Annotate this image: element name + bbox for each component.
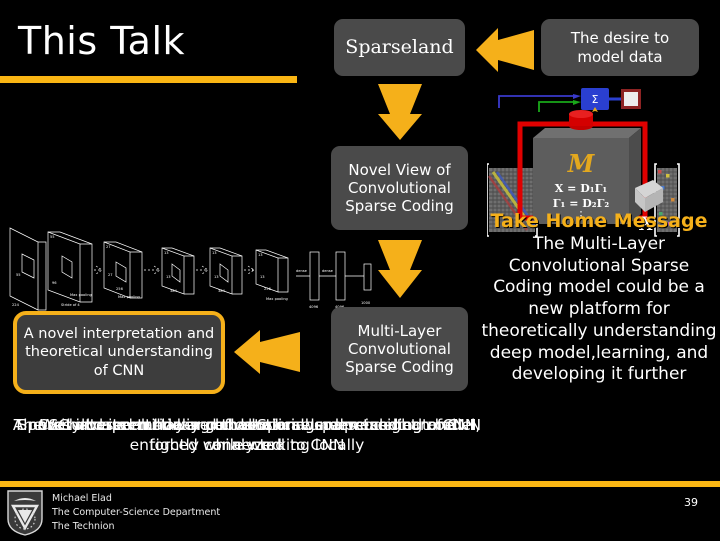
svg-text:13: 13 <box>212 251 217 255</box>
box-novel-view-csc[interactable]: Novel View of Convolutional Sparse Codin… <box>331 146 468 230</box>
svg-text:13: 13 <box>164 251 169 255</box>
svg-text:256: 256 <box>264 287 272 291</box>
page-title: This Talk <box>18 19 186 63</box>
svg-text:X = D₁Γ₁: X = D₁Γ₁ <box>555 182 608 195</box>
svg-text:Stride of 4: Stride of 4 <box>61 303 80 307</box>
overlapping-summary-text: We have seen how a global Sparseland mod… <box>8 416 486 468</box>
take-home-message-title: Take Home Message <box>490 210 708 232</box>
svg-text:dense: dense <box>296 269 308 273</box>
technion-shield-logo <box>6 489 44 537</box>
footer-text: Michael Elad The Computer-Science Depart… <box>52 492 220 533</box>
box-sparseland[interactable]: Sparseland <box>334 19 465 76</box>
svg-text:384: 384 <box>218 289 226 293</box>
overlap-line: Sparsity-based modeling of data brings n… <box>17 416 477 434</box>
box-desire-label: The desire to model data <box>570 29 670 66</box>
svg-text:13: 13 <box>166 275 171 279</box>
svg-text:13: 13 <box>214 275 219 279</box>
slide-canvas: This Talk 224 55 55 96 Stride of 4 Max p… <box>0 0 720 540</box>
arrow-left-icon-top <box>474 26 536 76</box>
svg-text:224: 224 <box>12 303 20 307</box>
cnn-architecture-diagram: 224 55 55 96 Stride of 4 Max pooling 27 … <box>4 226 404 316</box>
box-mlcsc-label: Multi-Layer Convolutional Sparse Coding <box>345 321 454 377</box>
title-underline <box>0 76 297 83</box>
arrow-down-icon-sparseland <box>374 82 426 142</box>
svg-text:96: 96 <box>52 281 57 285</box>
svg-text:Max pooling: Max pooling <box>70 293 92 297</box>
arrow-left-icon-mlcsc <box>232 328 302 378</box>
svg-text:4096: 4096 <box>309 305 319 309</box>
page-number: 39 <box>684 496 698 509</box>
footer-department: The Computer-Science Department <box>52 506 221 518</box>
box-cnn-interpretation[interactable]: A novel interpretation and theoretical u… <box>13 311 225 394</box>
svg-text:55: 55 <box>16 273 21 277</box>
svg-text:27: 27 <box>108 273 113 277</box>
svg-text:dense: dense <box>322 269 334 273</box>
footer-institution: The Technion <box>52 520 115 532</box>
box-multilayer-csc[interactable]: Multi-Layer Convolutional Sparse Coding <box>331 307 468 391</box>
svg-text:256: 256 <box>116 287 124 291</box>
svg-text:55: 55 <box>50 235 55 239</box>
arrow-down-icon-novel <box>374 238 426 300</box>
box-desire-to-model-data[interactable]: The desire to model data <box>541 19 699 76</box>
svg-text:13: 13 <box>260 275 265 279</box>
box-cnn-label: A novel interpretation and theoretical u… <box>23 326 215 379</box>
footer-name: Michael Elad <box>52 493 112 504</box>
box-novel-label: Novel View of Convolutional Sparse Codin… <box>345 160 454 216</box>
svg-text:1000: 1000 <box>361 301 371 305</box>
svg-text:27: 27 <box>106 245 111 249</box>
svg-text:Max pooling: Max pooling <box>266 297 288 301</box>
box-sparseland-label: Sparseland <box>345 35 454 58</box>
svg-text:384: 384 <box>170 289 178 293</box>
svg-text:Max pooling: Max pooling <box>118 295 140 299</box>
take-home-message-body: The Multi-Layer Convolutional Sparse Cod… <box>481 233 717 385</box>
svg-text:Σ: Σ <box>592 93 599 106</box>
take-home-message: Take Home Message The Multi-Layer Convol… <box>480 210 718 386</box>
svg-text:M: M <box>567 149 596 178</box>
svg-text:13: 13 <box>258 253 263 257</box>
